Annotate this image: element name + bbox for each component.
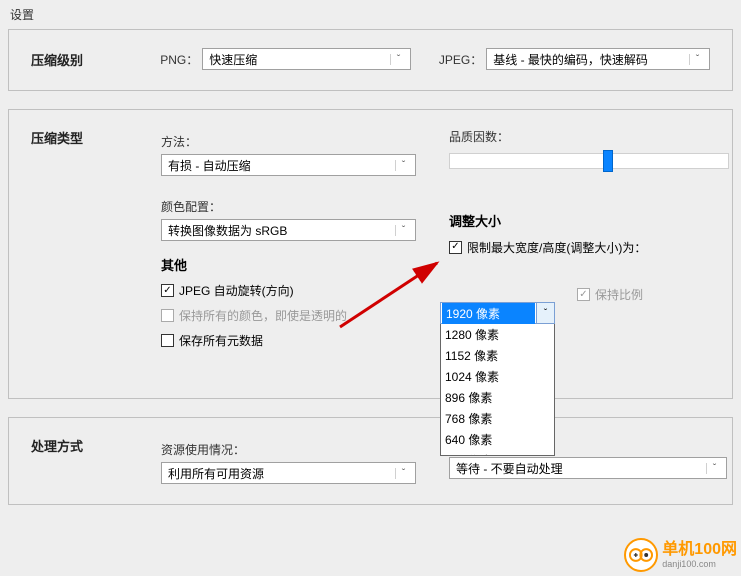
checkbox-icon xyxy=(161,334,174,347)
checkbox-limit-size[interactable]: ✓ 限制最大宽度/高度(调整大小)为： xyxy=(449,239,646,256)
panel-compression-level: 压缩级别 PNG： 快速压缩 ˇ JPEG： 基线 - 最快的编码，快速解码 ˇ xyxy=(8,29,733,91)
checkbox-keep-ratio: ✓ 保持比例 xyxy=(577,286,643,303)
chevron-down-icon: ˇ xyxy=(390,54,406,65)
dropdown-selected[interactable]: 1920 像素 ˇ xyxy=(440,302,555,324)
checkbox-icon: ✓ xyxy=(449,241,462,254)
dropdown-resize-size[interactable]: 1920 像素 ˇ 1280 像素 1152 像素 1024 像素 896 像素… xyxy=(440,302,555,456)
chevron-down-icon: ˇ xyxy=(395,468,411,479)
chevron-down-icon: ˇ xyxy=(395,160,411,171)
checkbox-icon xyxy=(161,309,174,322)
watermark: 单机100网 danji100.com xyxy=(624,538,737,572)
select-color[interactable]: 转换图像数据为 sRGB ˇ xyxy=(161,219,416,241)
dropdown-option[interactable]: 896 像素 xyxy=(441,387,554,408)
watermark-logo-icon xyxy=(624,538,658,572)
checkbox-limit-size-label: 限制最大宽度/高度(调整大小)为： xyxy=(467,239,646,256)
dropdown-option[interactable]: 1024 像素 xyxy=(441,366,554,387)
checkbox-keep-colors: 保持所有的颜色，即使是透明的 xyxy=(161,307,421,324)
select-color-value: 转换图像数据为 sRGB xyxy=(168,222,287,239)
page-title: 设置 xyxy=(8,0,733,29)
label-processing: 处理方式 xyxy=(31,436,161,455)
checkbox-keep-colors-label: 保持所有的颜色，即使是透明的 xyxy=(179,307,347,324)
chevron-down-icon: ˇ xyxy=(706,463,722,474)
checkbox-icon: ✓ xyxy=(577,288,590,301)
select-jpeg[interactable]: 基线 - 最快的编码，快速解码 ˇ xyxy=(486,48,710,70)
dropdown-option[interactable]: 1152 像素 xyxy=(441,345,554,366)
panel-compression-type: 压缩类型 方法： 有损 - 自动压缩 ˇ 颜色配置： 转换图像数据为 sRGB … xyxy=(8,109,733,399)
checkbox-keep-metadata-label: 保存所有元数据 xyxy=(179,332,263,349)
dropdown-option[interactable]: 640 像素 xyxy=(441,429,554,450)
label-color: 颜色配置： xyxy=(161,198,421,215)
chevron-down-icon: ˇ xyxy=(395,225,411,236)
label-compression-level: 压缩级别 xyxy=(31,50,160,69)
watermark-brand: 单机100网 xyxy=(662,541,737,559)
dropdown-list[interactable]: 1280 像素 1152 像素 1024 像素 896 像素 768 像素 64… xyxy=(440,324,555,456)
label-jpeg: JPEG： xyxy=(439,51,482,68)
dropdown-selected-value: 1920 像素 xyxy=(442,303,535,324)
dropdown-option[interactable]: 1280 像素 xyxy=(441,324,554,345)
select-method[interactable]: 有损 - 自动压缩 ˇ xyxy=(161,154,416,176)
checkbox-jpeg-autorotate-label: JPEG 自动旋转(方向) xyxy=(179,282,294,299)
select-method-value: 有损 - 自动压缩 xyxy=(168,157,251,174)
select-jpeg-value: 基线 - 最快的编码，快速解码 xyxy=(493,51,648,68)
select-png-value: 快速压缩 xyxy=(209,51,257,68)
dropdown-option[interactable]: 768 像素 xyxy=(441,408,554,429)
chevron-down-icon: ˇ xyxy=(689,54,705,65)
slider-quality[interactable] xyxy=(449,153,729,169)
select-autorun[interactable]: 等待 - 不要自动处理 ˇ xyxy=(449,457,727,479)
select-autorun-value: 等待 - 不要自动处理 xyxy=(456,460,563,477)
heading-resize: 调整大小 xyxy=(449,211,729,230)
checkbox-keep-metadata[interactable]: 保存所有元数据 xyxy=(161,332,421,349)
select-resource[interactable]: 利用所有可用资源 ˇ xyxy=(161,462,416,484)
label-quality: 品质因数： xyxy=(449,128,729,145)
heading-other: 其他 xyxy=(161,255,421,274)
chevron-down-icon[interactable]: ˇ xyxy=(536,303,554,323)
select-png[interactable]: 快速压缩 ˇ xyxy=(202,48,411,70)
watermark-url: danji100.com xyxy=(662,559,737,569)
checkbox-keep-ratio-label: 保持比例 xyxy=(595,286,643,303)
slider-thumb[interactable] xyxy=(603,150,613,172)
label-compression-type: 压缩类型 xyxy=(31,128,161,147)
checkbox-icon: ✓ xyxy=(161,284,174,297)
label-resource: 资源使用情况： xyxy=(161,441,421,458)
checkbox-jpeg-autorotate[interactable]: ✓ JPEG 自动旋转(方向) xyxy=(161,282,421,299)
label-png: PNG： xyxy=(160,51,198,68)
panel-processing: 处理方式 资源使用情况： 利用所有可用资源 ˇ 自动运行文件： 等待 - 不要自… xyxy=(8,417,733,505)
dropdown-option[interactable]: 512 像素 xyxy=(441,450,554,456)
select-resource-value: 利用所有可用资源 xyxy=(168,465,264,482)
label-method: 方法： xyxy=(161,133,421,150)
